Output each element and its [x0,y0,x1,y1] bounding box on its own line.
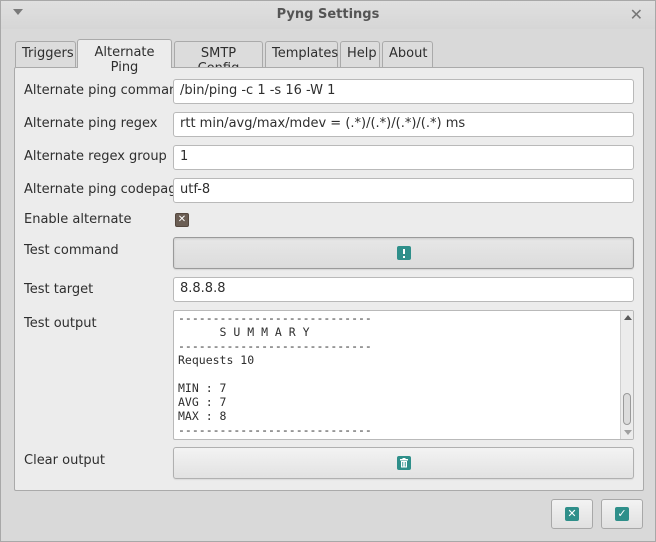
cancel-button[interactable]: ✕ [551,499,593,529]
codepage-label: Alternate ping codepage [24,182,185,197]
ping-regex-label: Alternate ping regex [24,116,158,131]
ok-icon: ✓ [615,507,629,521]
tab-templates[interactable]: Templates [265,41,338,67]
test-command-label: Test command [24,243,119,258]
regex-group-input[interactable]: 1 [173,145,634,170]
scroll-up-icon[interactable] [624,315,632,320]
settings-window: Pyng Settings ✕ Triggers Alternate Ping … [0,0,656,542]
test-target-label: Test target [24,282,94,297]
tab-alternate-ping[interactable]: Alternate Ping [77,39,172,75]
tab-smtp-config[interactable]: SMTP Config [174,41,263,76]
clear-output-label: Clear output [24,453,106,468]
tab-about[interactable]: About [382,41,433,67]
output-scrollbar[interactable] [620,311,633,439]
ping-command-label: Alternate ping command [24,83,186,98]
close-icon[interactable]: ✕ [630,5,643,24]
test-output-area[interactable]: ---------------------------- S U M M A R… [173,310,634,440]
tab-triggers[interactable]: Triggers [15,41,76,67]
scroll-thumb[interactable] [623,393,631,425]
test-target-input[interactable]: 8.8.8.8 [173,277,634,302]
alternate-ping-panel: Alternate ping command /bin/ping -c 1 -s… [14,67,644,491]
window-title: Pyng Settings [276,7,380,22]
ping-command-input[interactable]: /bin/ping -c 1 -s 16 -W 1 [173,79,634,104]
regex-group-label: Alternate regex group [24,149,167,164]
tab-help[interactable]: Help [340,41,380,67]
test-output-label: Test output [24,316,97,331]
clear-output-button[interactable] [173,447,634,479]
codepage-input[interactable]: utf-8 [173,178,634,203]
test-command-button[interactable] [173,237,634,269]
enable-alternate-checkbox[interactable]: ✕ [175,213,189,227]
ping-regex-input[interactable]: rtt min/avg/max/mdev = (.*)/(.*)/(.*)/(.… [173,112,634,137]
cancel-icon: ✕ [565,507,579,521]
trash-icon [396,456,411,470]
test-output-text: ---------------------------- S U M M A R… [178,311,372,437]
scroll-down-icon[interactable] [624,430,632,435]
ok-button[interactable]: ✓ [601,499,643,529]
exclamation-icon [396,246,411,260]
enable-alternate-label: Enable alternate [24,212,132,227]
title-bar: Pyng Settings ✕ [1,1,655,29]
